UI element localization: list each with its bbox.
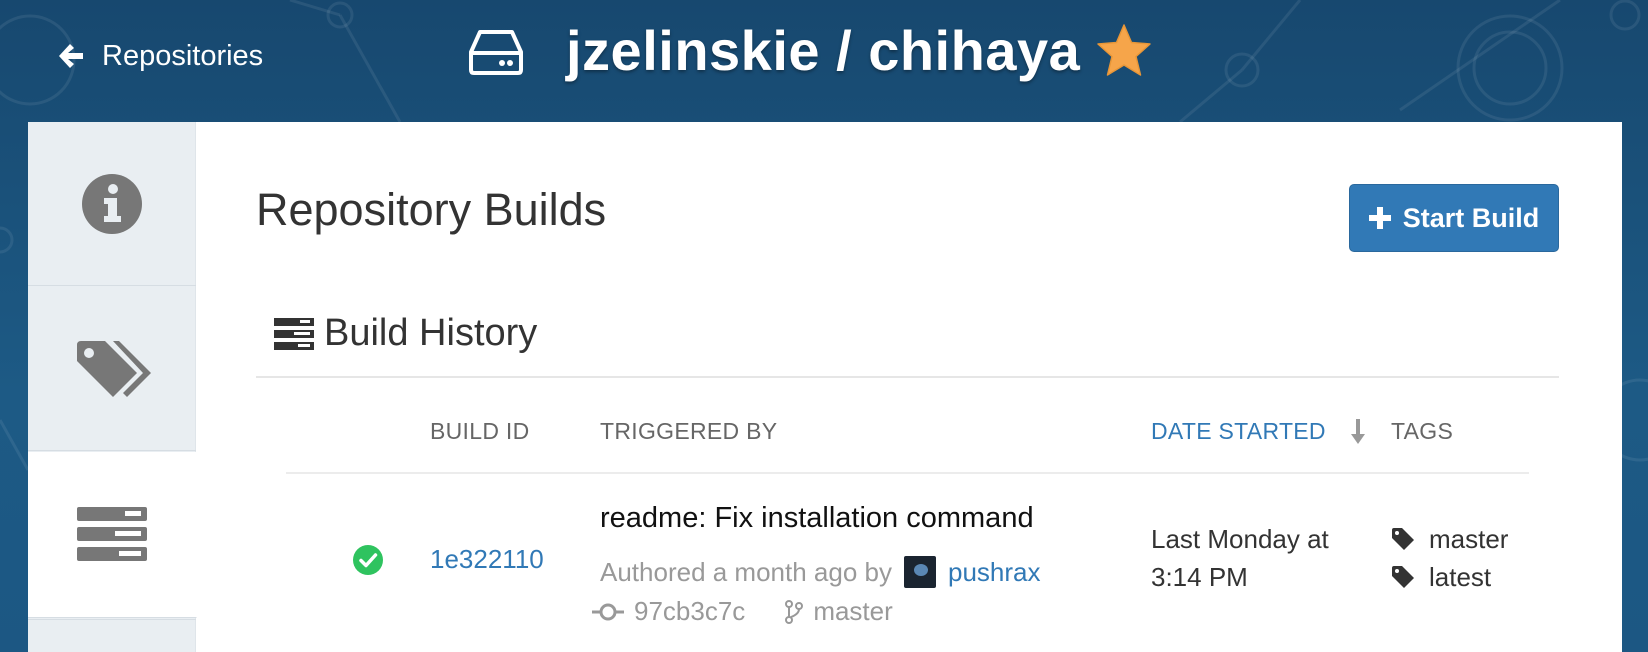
- build-history-label: Build History: [324, 312, 538, 354]
- tags-cell: master latest: [1391, 520, 1508, 596]
- arrow-left-icon: [59, 44, 83, 68]
- column-header-tags[interactable]: TAGS: [1391, 418, 1453, 445]
- tag-item[interactable]: latest: [1391, 558, 1508, 596]
- nav-item-info[interactable]: [28, 122, 196, 286]
- tag-label: latest: [1429, 561, 1492, 592]
- star-icon[interactable]: [1094, 22, 1154, 80]
- git-branch-icon: [785, 599, 804, 624]
- date-started-line2: 3:14 PM: [1151, 562, 1248, 592]
- commit-author-line: Authored a month ago by pushrax: [600, 556, 1040, 588]
- git-commit-icon: [592, 603, 624, 620]
- date-started-cell: Last Monday at 3:14 PM: [1151, 520, 1351, 596]
- start-build-button[interactable]: Start Build: [1349, 184, 1559, 252]
- side-nav: [28, 122, 197, 652]
- branch-link[interactable]: master: [813, 596, 892, 627]
- nav-item-more[interactable]: [28, 619, 196, 652]
- info-circle-icon: [82, 173, 142, 234]
- tag-label: master: [1429, 523, 1509, 554]
- commit-message: readme: Fix installation command: [600, 502, 1034, 534]
- column-header-date-started[interactable]: DATE STARTED: [1151, 418, 1366, 445]
- tag-icon: [1392, 566, 1414, 588]
- repository-card: Repository Builds Start Build Build Hist…: [28, 122, 1622, 652]
- tags-icon: [77, 340, 151, 397]
- nav-item-tags[interactable]: [28, 287, 196, 451]
- date-started-label: DATE STARTED: [1151, 418, 1326, 444]
- builds-content: Repository Builds Start Build Build Hist…: [196, 122, 1622, 652]
- column-header-build-id[interactable]: BUILD ID: [430, 418, 530, 445]
- commit-sha-link[interactable]: 97cb3c7c: [634, 596, 745, 627]
- repo-header: Repositories jzelinskie / chihaya: [0, 0, 1648, 122]
- sort-descending-icon: [1350, 418, 1365, 444]
- avatar: [903, 556, 936, 588]
- column-header-triggered-by[interactable]: TRIGGERED BY: [600, 418, 777, 445]
- build-id-link[interactable]: 1e322110: [430, 544, 544, 575]
- back-link-label: Repositories: [102, 39, 264, 72]
- nav-item-builds[interactable]: [28, 452, 197, 618]
- tag-item[interactable]: master: [1391, 520, 1508, 558]
- server-stack-icon: [274, 317, 314, 350]
- divider: [286, 472, 1529, 474]
- hard-drive-icon: [469, 30, 523, 75]
- commit-meta: 97cb3c7c master: [592, 596, 893, 627]
- authored-text: Authored a month ago by: [600, 556, 892, 587]
- server-stack-icon: [77, 506, 147, 561]
- date-started-line1: Last Monday at: [1151, 524, 1329, 554]
- tag-icon: [1392, 528, 1414, 550]
- plus-icon: [1368, 207, 1391, 229]
- page-title: Repository Builds: [256, 184, 607, 235]
- start-build-label: Start Build: [1402, 202, 1540, 233]
- repo-title: jzelinskie / chihaya: [566, 19, 1081, 82]
- build-success-icon: [353, 545, 383, 575]
- build-history-heading: Build History: [274, 312, 537, 355]
- divider: [256, 376, 1559, 378]
- author-link[interactable]: pushrax: [948, 557, 1041, 588]
- back-to-repositories-link[interactable]: Repositories: [56, 36, 263, 76]
